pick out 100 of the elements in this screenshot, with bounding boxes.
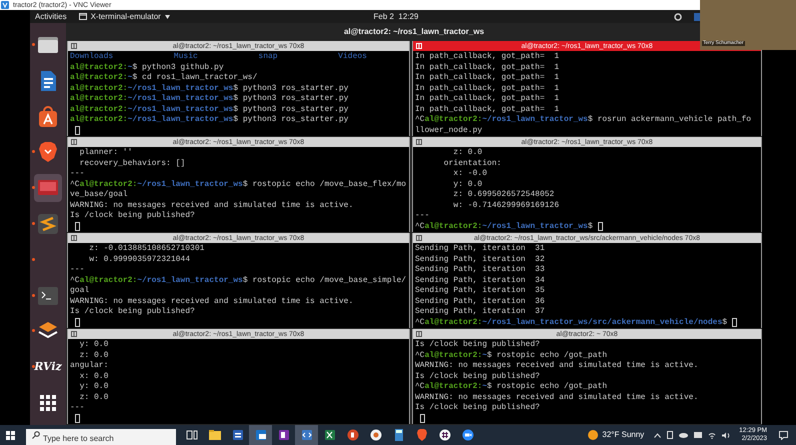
shield-icon[interactable] [37, 141, 59, 164]
terminal-line: --- [415, 211, 430, 222]
terminal-line: z: 0.6995026572548052 [452, 190, 554, 200]
terminal-line: Is /clock being published? [70, 211, 195, 222]
terminal-line: al@tractor2:~/ros1_lawn_tractor_ws$ python3 ros_starter.py [70, 115, 348, 126]
editor-icon[interactable] [37, 212, 59, 235]
search-field[interactable]: Type here to search [26, 428, 176, 445]
terminal-line: x: -0.0 [452, 169, 488, 180]
terminal-line: z: 0.0 [78, 350, 108, 361]
window-icon[interactable] [71, 235, 77, 241]
notification-icon[interactable] [779, 430, 788, 440]
window-icon [78, 13, 87, 20]
terminal-line: Sending Path, iteration 32 [415, 254, 545, 265]
terminal-line: --- [70, 169, 84, 180]
terminal-line: ^Cal@tractor2:~$ rostopic echo /got_path [415, 382, 608, 392]
terminal-line: llower_node.py [415, 126, 482, 136]
terminal-line: angular: [70, 361, 108, 372]
taskbar-app-button[interactable] [295, 425, 318, 445]
search-icon [32, 431, 40, 439]
speaker-icon[interactable] [722, 432, 732, 438]
settings-icon[interactable] [674, 12, 682, 20]
terminal-line: Sending Path, iteration 33 [415, 265, 545, 276]
window-icon[interactable] [416, 139, 422, 145]
video-camera-icon [460, 427, 476, 443]
folder-icon [206, 427, 222, 443]
directory-name: Music [174, 52, 198, 62]
terminal-line: al@tractor2:~$ cd ros1_lawn_tractor_ws/ [70, 73, 258, 84]
terminal-line: orientation: [442, 158, 502, 169]
app-menu[interactable]: X-terminal-emulator [78, 10, 170, 22]
terminal-line: In path_callback, got_path= 1 [415, 52, 560, 62]
chevron-up-icon[interactable] [654, 432, 662, 438]
device-icon[interactable] [667, 431, 674, 439]
terminal-icon[interactable] [37, 284, 59, 307]
terminal-line: In path_callback, got_path= 1 [415, 73, 560, 84]
window-icon[interactable] [71, 331, 77, 337]
browser-icon [368, 427, 384, 443]
terminal-line: In path_callback, got_path= 1 [415, 84, 560, 94]
presentation-icon [344, 427, 360, 443]
directory-name: Downloads [70, 52, 114, 62]
terminal-line: In path_callback, got_path= 1 [415, 62, 560, 73]
terminal-line: --- [70, 265, 84, 276]
terminal-line: Sending Path, iteration 36 [415, 296, 545, 307]
text-cursor [75, 126, 80, 136]
terminal-line: al@tractor2:~/ros1_lawn_tractor_ws$ python3 ros_starter.py [70, 84, 348, 94]
app-label[interactable]: RViz [34, 358, 62, 376]
terminal-line: w: 0.9999035972321044 [88, 254, 190, 265]
terminal-line: In path_callback, got_path= 1 [415, 94, 560, 104]
terminal-line: al@tractor2:~/ros1_lawn_tractor_ws$ python3 ros_starter.py [70, 94, 348, 104]
terminal-line: WARNING: no messages received and simulated time is active. [70, 200, 354, 211]
terminal-line: Is /clock being published? [415, 372, 540, 382]
window-icon[interactable] [71, 139, 77, 145]
caret-icon [164, 14, 170, 18]
terminal-line: ve_base/goal [70, 190, 128, 200]
terminal-line: Is /clock being published? [70, 307, 195, 318]
window-icon[interactable] [416, 331, 422, 337]
text-cursor [75, 222, 80, 232]
start-icon[interactable] [6, 430, 15, 440]
terminal-line: ^Cal@tractor2:~/ros1_lawn_tractor_ws$ rostopic echo /move_base_simple/ [70, 276, 406, 286]
terminal-line: ^Cal@tractor2:~/ros1_lawn_tractor_ws$ rosrun ackermann_vehicle path_fo [415, 115, 752, 126]
terminal-line: al@tractor2:~/ros1_lawn_tractor_ws$ python3 ros_starter.py [70, 104, 348, 115]
terminal-line: ^Cal@tractor2:~/ros1_lawn_tractor_ws$ [415, 222, 593, 232]
terminal-line: y: 0.0 [452, 180, 482, 190]
text-cursor [75, 414, 80, 424]
terminal-line: Sending Path, iteration 34 [415, 276, 545, 286]
directory-name: Videos [338, 52, 367, 62]
cloud-icon[interactable] [679, 432, 688, 438]
terminal-line: Sending Path, iteration 31 [415, 244, 545, 254]
terminal-line: WARNING: no messages received and simulated time is active. [415, 361, 698, 372]
terminal-line: x: 0.0 [78, 372, 108, 382]
terminal-line: z: 0.0 [452, 148, 482, 158]
terminal-line: z: 0.0 [78, 392, 108, 403]
terminal-line: Sending Path, iteration 37 [415, 307, 545, 318]
terminal-line: ^Cal@tractor2:~/ros1_lawn_tractor_ws/src/ackermann_vehicle/nodes$ [415, 318, 728, 328]
terminal-line: recovery_behaviors: [] [78, 158, 186, 169]
terminal-line: WARNING: no messages received and simulated time is active. [415, 392, 698, 403]
terminal-line: planner: '' [78, 148, 132, 158]
terminal-line: al@tractor2:~$ python3 github.py [70, 62, 224, 73]
terminal-line: w: -0.7146299969169126 [452, 200, 560, 211]
shopping-bag-icon[interactable] [37, 106, 59, 128]
sun-icon [588, 430, 598, 440]
terminal-line: --- [70, 403, 84, 414]
taskbar-app-button[interactable] [249, 425, 272, 445]
weather-widget[interactable]: 32°F Sunny [588, 429, 644, 441]
window-icon[interactable] [416, 235, 422, 241]
terminal-line: ^Cal@tractor2:~$ rostopic echo /got_path [415, 350, 608, 361]
terminal-line: Is /clock being published? [415, 403, 540, 414]
text-cursor [420, 414, 425, 424]
terminal-line: goal [70, 286, 90, 296]
display-icon[interactable] [694, 432, 702, 438]
clock[interactable]: Feb 2 12:29 [274, 10, 518, 22]
wifi-icon[interactable] [708, 432, 716, 438]
window-title: al@tractor2: ~/ros1_lawn_tractor_ws [344, 26, 484, 38]
directory-name: snap [258, 52, 278, 62]
terminal-line: Sending Path, iteration 35 [415, 286, 545, 296]
activities-button[interactable]: Activities [35, 10, 67, 22]
terminal-line: ^Cal@tractor2:~/ros1_lawn_tractor_ws$ rostopic echo /move_base_flex/mo [70, 180, 406, 190]
terminal-line: y: 0.0 [78, 382, 108, 392]
hash-icon [436, 427, 452, 443]
window-icon[interactable] [71, 43, 77, 49]
terminal-line: y: 0.0 [78, 340, 108, 350]
